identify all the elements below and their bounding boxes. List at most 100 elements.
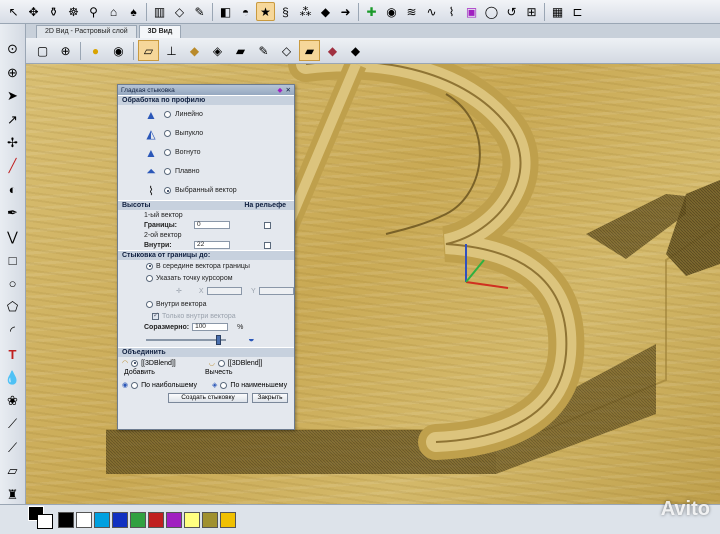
profile-smooth-radio[interactable] xyxy=(164,168,171,175)
cake-icon[interactable]: ☸ xyxy=(64,2,83,21)
create-blend-button[interactable]: Создать стыковку xyxy=(168,393,248,403)
grid-icon[interactable]: ▦ xyxy=(548,2,567,21)
palette-swatch[interactable] xyxy=(148,511,164,528)
paint-icon[interactable]: ◐ xyxy=(3,181,23,199)
profile-concave-radio[interactable] xyxy=(164,149,171,156)
eraser-icon[interactable]: ◇ xyxy=(170,2,189,21)
tab-2d-view[interactable]: 2D Вид - Растровый слой xyxy=(36,25,137,38)
profile-selected-vector-radio[interactable] xyxy=(164,187,171,194)
polyline-icon[interactable]: ⋁ xyxy=(3,228,23,246)
vase-icon[interactable]: ⚱ xyxy=(44,2,63,21)
select-arrow-icon[interactable]: ➤ xyxy=(3,87,23,105)
red-slab-icon[interactable]: ◆ xyxy=(322,40,343,61)
arch-icon[interactable]: ⌂ xyxy=(104,2,123,21)
palette-swatch[interactable] xyxy=(184,511,200,528)
join-cursor-radio[interactable] xyxy=(146,274,153,282)
undo-icon[interactable]: ↺ xyxy=(502,2,521,21)
eye-icon[interactable]: ◉ xyxy=(108,40,129,61)
palette-swatch[interactable] xyxy=(76,511,92,528)
dark-slab-icon[interactable]: ◆ xyxy=(345,40,366,61)
zoom-icon[interactable]: ⊙ xyxy=(3,40,23,58)
join-middle-option[interactable]: В середине вектора границы xyxy=(118,260,294,272)
ruler-icon[interactable]: ⊏ xyxy=(568,2,587,21)
render-brush-icon[interactable]: ✎ xyxy=(253,40,274,61)
pen-icon[interactable]: ✒ xyxy=(3,204,23,222)
drop-icon[interactable]: 💧 xyxy=(3,368,23,386)
palette-swatch[interactable] xyxy=(166,511,182,528)
bowl-icon[interactable]: ◉ xyxy=(382,2,401,21)
pin-icon[interactable]: ◆ xyxy=(278,86,283,94)
fit-icon[interactable]: ⊞ xyxy=(522,2,541,21)
pointer-icon[interactable]: ↖ xyxy=(4,2,23,21)
curve-icon[interactable]: ∿ xyxy=(422,2,441,21)
by-min-radio[interactable] xyxy=(220,381,228,389)
join-middle-radio[interactable] xyxy=(146,262,153,270)
chisel-icon[interactable]: ⟋ xyxy=(3,415,23,433)
inside-vector-option[interactable]: Внутри вектора xyxy=(118,298,294,311)
node-edit-icon[interactable]: ↗ xyxy=(3,110,23,128)
by-max-radio[interactable] xyxy=(131,381,139,389)
cube-icon[interactable]: ▢ xyxy=(32,40,53,61)
wood-box-icon[interactable]: ◆ xyxy=(184,40,205,61)
palette-swatch[interactable] xyxy=(202,511,218,528)
inside-height-input[interactable]: 22 xyxy=(194,241,230,249)
merge-subtract-radio[interactable] xyxy=(217,359,225,367)
profile-linear[interactable]: ▲ Линейно xyxy=(118,105,294,124)
inside-on-relief-checkbox[interactable] xyxy=(264,241,271,249)
palette-swatch[interactable] xyxy=(94,511,110,528)
proportional-input[interactable]: 100 xyxy=(192,323,229,331)
profile-linear-radio[interactable] xyxy=(164,111,171,118)
join-cursor-option[interactable]: Указать точку курсором xyxy=(118,272,294,284)
resize-icon[interactable]: ✥ xyxy=(24,2,43,21)
add-icon[interactable]: ✚ xyxy=(362,2,381,21)
arc-icon[interactable]: ◜ xyxy=(3,321,23,339)
profile-selected-vector[interactable]: ⌇ Выбранный вектор xyxy=(118,181,294,200)
star-icon[interactable]: ★ xyxy=(256,2,275,21)
profile-convex[interactable]: ◭ Выпукло xyxy=(118,124,294,143)
frame-icon[interactable]: ▣ xyxy=(462,2,481,21)
dialog-titlebar[interactable]: Гладкая стыковка ◆ ✕ xyxy=(118,85,294,95)
tab-3d-view[interactable]: 3D Вид xyxy=(138,25,182,38)
axes-icon[interactable]: ⊥ xyxy=(161,40,182,61)
preview-icon[interactable]: ◒ xyxy=(248,333,255,345)
relief-icon[interactable]: ◓ xyxy=(236,2,255,21)
close-icon[interactable]: ✕ xyxy=(286,86,291,94)
slab-icon[interactable]: ◇ xyxy=(276,40,297,61)
block-icon[interactable]: ◆ xyxy=(316,2,335,21)
palette-swatch[interactable] xyxy=(112,511,128,528)
proportional-slider-track[interactable] xyxy=(146,339,226,341)
circle-icon[interactable]: ○ xyxy=(3,275,23,293)
close-button[interactable]: Закрыть xyxy=(252,393,288,403)
knife-icon[interactable]: ⟋ xyxy=(3,439,23,457)
border-on-relief-checkbox[interactable] xyxy=(264,221,271,229)
wave-icon[interactable]: ≋ xyxy=(402,2,421,21)
palette-swatch[interactable] xyxy=(58,511,74,528)
eraser-tool-icon[interactable]: ▱ xyxy=(3,462,23,480)
magnifier-icon[interactable]: ⊕ xyxy=(55,40,76,61)
palette-swatch[interactable] xyxy=(130,511,146,528)
palette-swatch[interactable] xyxy=(220,511,236,528)
arrow-icon[interactable]: ➜ xyxy=(336,2,355,21)
globe-icon[interactable]: ⊕ xyxy=(3,63,23,81)
inside-vector-radio[interactable] xyxy=(146,301,153,308)
column-icon[interactable]: ▥ xyxy=(150,2,169,21)
transform-icon[interactable]: ✢ xyxy=(3,134,23,152)
shaded-plane-icon[interactable]: ▰ xyxy=(299,40,320,61)
border-height-input[interactable]: 0 xyxy=(194,221,230,229)
pencil-icon[interactable]: ╱ xyxy=(3,157,23,175)
merge-add-radio[interactable] xyxy=(131,359,139,367)
profile-concave[interactable]: ▲ Вогнуто xyxy=(118,143,294,162)
light-bulb-icon[interactable]: ● xyxy=(85,40,106,61)
layers-icon[interactable]: ◧ xyxy=(216,2,235,21)
snake-icon[interactable]: § xyxy=(276,2,295,21)
bucket-icon[interactable]: ♜ xyxy=(3,486,23,504)
rectangle-icon[interactable]: □ xyxy=(3,251,23,269)
material-icon[interactable]: ◈ xyxy=(207,40,228,61)
profile-convex-radio[interactable] xyxy=(164,130,171,137)
proportional-slider-thumb[interactable] xyxy=(216,335,221,345)
active-color-swatch[interactable] xyxy=(28,506,53,529)
profile-smooth[interactable]: ⏶ Плавно xyxy=(118,162,294,181)
pattern-icon[interactable]: ⁂ xyxy=(296,2,315,21)
hills-icon[interactable]: ⌇ xyxy=(442,2,461,21)
mushroom-icon[interactable]: ♠ xyxy=(124,2,143,21)
